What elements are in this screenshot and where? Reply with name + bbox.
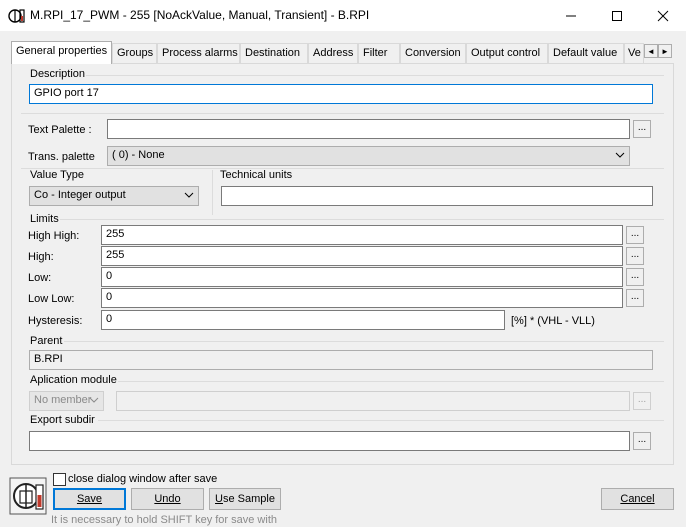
close-after-save-checkbox[interactable] <box>53 473 66 486</box>
trans-palette-value: ( 0) - None <box>112 149 165 161</box>
application-module-group-line <box>118 381 664 382</box>
close-button[interactable] <box>640 0 686 31</box>
description-input[interactable]: GPIO port 17 <box>29 84 653 104</box>
low-browse-button[interactable]: ... <box>626 268 644 286</box>
technical-units-input[interactable] <box>221 186 653 206</box>
application-module-combo-value: No member <box>34 394 92 406</box>
text-palette-input[interactable] <box>107 119 630 139</box>
hysteresis-unit: [%] * (VHL - VLL) <box>511 315 595 327</box>
save-label: Save <box>76 493 103 505</box>
export-subdir-browse-button[interactable]: ... <box>633 432 651 450</box>
window-title: M.RPI_17_PWM - 255 [NoAckValue, Manual, … <box>30 8 370 22</box>
use-sample-mnemonic: U <box>215 493 223 505</box>
tab-destination[interactable]: Destination <box>240 43 308 63</box>
divider <box>21 168 664 169</box>
chevron-down-icon <box>615 152 625 158</box>
close-icon <box>657 10 669 21</box>
minimize-button[interactable] <box>548 0 594 31</box>
hysteresis-label: Hysteresis: <box>28 315 83 327</box>
chevron-down-icon <box>184 192 194 198</box>
high-high-label: High High: <box>28 230 80 242</box>
tab-address[interactable]: Address <box>308 43 358 63</box>
technical-units-label: Technical units <box>220 169 293 181</box>
parent-input: B.RPI <box>29 350 653 370</box>
application-module-browse-button[interactable]: ... <box>633 392 651 410</box>
high-high-input[interactable]: 255 <box>101 225 623 245</box>
low-low-input[interactable]: 0 <box>101 288 623 308</box>
high-browse-button[interactable]: ... <box>626 247 644 265</box>
low-input[interactable]: 0 <box>101 267 623 287</box>
value-type-label: Value Type <box>30 169 85 181</box>
tab-default-value[interactable]: Default value <box>548 43 624 63</box>
chevron-down-icon <box>89 397 99 403</box>
value-type-value: Co - Integer output <box>34 189 126 201</box>
hysteresis-input[interactable]: 0 <box>101 310 505 330</box>
high-label: High: <box>28 251 54 263</box>
trans-palette-label: Trans. palette <box>28 151 95 163</box>
tab-scroll-right-button[interactable]: ► <box>658 44 672 58</box>
high-input[interactable]: 255 <box>101 246 623 266</box>
device-icon <box>9 477 47 515</box>
minimize-icon <box>566 15 576 16</box>
application-module-label: Aplication module <box>30 374 117 386</box>
use-sample-label: se Sample <box>222 493 275 505</box>
tab-process-alarms[interactable]: Process alarms <box>157 43 240 63</box>
high-high-browse-button[interactable]: ... <box>626 226 644 244</box>
limits-group-line <box>60 219 664 220</box>
tab-groups[interactable]: Groups <box>112 43 157 63</box>
tab-conversion[interactable]: Conversion <box>400 43 466 63</box>
save-hint-text: It is necessary to hold SHIFT key for sa… <box>51 514 277 526</box>
parent-label: Parent <box>30 335 63 347</box>
tab-filter[interactable]: Filter <box>358 43 400 63</box>
export-subdir-label: Export subdir <box>30 414 95 426</box>
tab-scroll-left-button[interactable]: ◄ <box>644 44 658 58</box>
low-low-label: Low Low: <box>28 293 75 305</box>
tab-output-control[interactable]: Output control <box>466 43 548 63</box>
low-low-browse-button[interactable]: ... <box>626 289 644 307</box>
text-palette-label: Text Palette : <box>28 124 92 136</box>
maximize-icon <box>612 10 622 21</box>
use-sample-button[interactable]: Use Sample <box>209 488 281 510</box>
app-icon <box>8 9 25 23</box>
limits-label: Limits <box>30 213 59 225</box>
description-group-line <box>86 75 664 76</box>
application-module-select[interactable]: No member <box>29 391 104 411</box>
parent-group-line <box>64 341 664 342</box>
application-module-input <box>116 391 630 411</box>
cancel-button[interactable]: Cancel <box>601 488 674 510</box>
export-subdir-input[interactable] <box>29 431 630 451</box>
undo-button[interactable]: Undo <box>131 488 204 510</box>
tab-general-properties[interactable]: General properties <box>11 41 112 64</box>
description-label: Description <box>30 68 86 80</box>
divider <box>212 170 213 215</box>
tab-ve[interactable]: Ve <box>624 43 644 63</box>
text-palette-browse-button[interactable]: ... <box>633 120 651 138</box>
low-label: Low: <box>28 272 52 284</box>
divider <box>21 113 664 114</box>
undo-label: Undo <box>154 493 181 505</box>
maximize-button[interactable] <box>594 0 640 31</box>
value-type-select[interactable]: Co - Integer output <box>29 186 199 206</box>
close-after-save-label: close dialog window after save <box>68 473 218 485</box>
cancel-label: Cancel <box>620 493 655 505</box>
export-subdir-group-line <box>98 420 664 421</box>
trans-palette-select[interactable]: ( 0) - None <box>107 146 630 166</box>
save-button[interactable]: Save <box>53 488 126 510</box>
